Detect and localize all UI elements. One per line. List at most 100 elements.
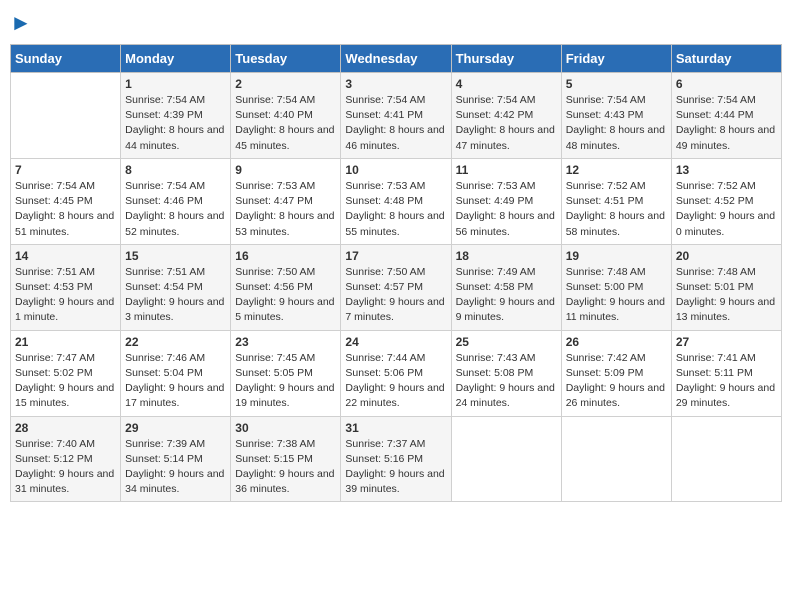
calendar-cell [671, 416, 781, 502]
logo-icon: ► [10, 10, 32, 36]
calendar-cell [451, 416, 561, 502]
cell-content: Sunrise: 7:50 AMSunset: 4:56 PMDaylight:… [235, 265, 336, 326]
cell-content: Sunrise: 7:54 AMSunset: 4:39 PMDaylight:… [125, 93, 226, 154]
calendar-cell: 17 Sunrise: 7:50 AMSunset: 4:57 PMDayligh… [341, 244, 451, 330]
day-number: 6 [676, 77, 777, 91]
cell-content: Sunrise: 7:54 AMSunset: 4:40 PMDaylight:… [235, 93, 336, 154]
day-number: 25 [456, 335, 557, 349]
cell-content: Sunrise: 7:49 AMSunset: 4:58 PMDaylight:… [456, 265, 557, 326]
day-number: 12 [566, 163, 667, 177]
cell-content: Sunrise: 7:48 AMSunset: 5:00 PMDaylight:… [566, 265, 667, 326]
calendar-cell: 23 Sunrise: 7:45 AMSunset: 5:05 PMDayligh… [231, 330, 341, 416]
week-row-5: 28 Sunrise: 7:40 AMSunset: 5:12 PMDayligh… [11, 416, 782, 502]
cell-content: Sunrise: 7:39 AMSunset: 5:14 PMDaylight:… [125, 437, 226, 498]
day-number: 4 [456, 77, 557, 91]
week-row-4: 21 Sunrise: 7:47 AMSunset: 5:02 PMDayligh… [11, 330, 782, 416]
cell-content: Sunrise: 7:40 AMSunset: 5:12 PMDaylight:… [15, 437, 116, 498]
col-header-friday: Friday [561, 45, 671, 73]
cell-content: Sunrise: 7:44 AMSunset: 5:06 PMDaylight:… [345, 351, 446, 412]
cell-content: Sunrise: 7:53 AMSunset: 4:47 PMDaylight:… [235, 179, 336, 240]
cell-content: Sunrise: 7:54 AMSunset: 4:46 PMDaylight:… [125, 179, 226, 240]
day-number: 22 [125, 335, 226, 349]
day-number: 29 [125, 421, 226, 435]
calendar-cell: 7 Sunrise: 7:54 AMSunset: 4:45 PMDaylight… [11, 158, 121, 244]
calendar-cell: 15Sunrise: 7:51 AMSunset: 4:54 PMDayligh… [121, 244, 231, 330]
day-number: 27 [676, 335, 777, 349]
calendar-cell: 26 Sunrise: 7:42 AMSunset: 5:09 PMDayligh… [561, 330, 671, 416]
day-number: 3 [345, 77, 446, 91]
calendar-cell: 24 Sunrise: 7:44 AMSunset: 5:06 PMDayligh… [341, 330, 451, 416]
day-number: 23 [235, 335, 336, 349]
logo: ► [10, 10, 32, 36]
cell-content: Sunrise: 7:53 AMSunset: 4:49 PMDaylight:… [456, 179, 557, 240]
calendar-cell: 29 Sunrise: 7:39 AMSunset: 5:14 PMDayligh… [121, 416, 231, 502]
day-number: 5 [566, 77, 667, 91]
calendar-cell: 16 Sunrise: 7:50 AMSunset: 4:56 PMDayligh… [231, 244, 341, 330]
day-number: 9 [235, 163, 336, 177]
cell-content: Sunrise: 7:54 AMSunset: 4:44 PMDaylight:… [676, 93, 777, 154]
calendar-cell: 30 Sunrise: 7:38 AMSunset: 5:15 PMDayligh… [231, 416, 341, 502]
calendar-cell: 10 Sunrise: 7:53 AMSunset: 4:48 PMDayligh… [341, 158, 451, 244]
cell-content: Sunrise: 7:54 AMSunset: 4:45 PMDaylight:… [15, 179, 116, 240]
col-header-sunday: Sunday [11, 45, 121, 73]
cell-content: Sunrise: 7:46 AMSunset: 5:04 PMDaylight:… [125, 351, 226, 412]
day-number: 16 [235, 249, 336, 263]
calendar-cell [11, 73, 121, 159]
col-header-thursday: Thursday [451, 45, 561, 73]
calendar-cell: 8 Sunrise: 7:54 AMSunset: 4:46 PMDaylight… [121, 158, 231, 244]
cell-content: Sunrise: 7:52 AMSunset: 4:51 PMDaylight:… [566, 179, 667, 240]
calendar-cell: 13 Sunrise: 7:52 AMSunset: 4:52 PMDayligh… [671, 158, 781, 244]
week-row-3: 14 Sunrise: 7:51 AMSunset: 4:53 PMDayligh… [11, 244, 782, 330]
day-number: 26 [566, 335, 667, 349]
calendar-cell: 14 Sunrise: 7:51 AMSunset: 4:53 PMDayligh… [11, 244, 121, 330]
cell-content: Sunrise: 7:54 AMSunset: 4:42 PMDaylight:… [456, 93, 557, 154]
cell-content: Sunrise: 7:51 AMSunset: 4:53 PMDaylight:… [15, 265, 116, 326]
cell-content: Sunrise: 7:47 AMSunset: 5:02 PMDaylight:… [15, 351, 116, 412]
day-number: 14 [15, 249, 116, 263]
cell-content: Sunrise: 7:45 AMSunset: 5:05 PMDaylight:… [235, 351, 336, 412]
calendar-cell: 1 Sunrise: 7:54 AMSunset: 4:39 PMDaylight… [121, 73, 231, 159]
calendar-cell: 31 Sunrise: 7:37 AMSunset: 5:16 PMDayligh… [341, 416, 451, 502]
cell-content: Sunrise: 7:54 AMSunset: 4:43 PMDaylight:… [566, 93, 667, 154]
day-number: 31 [345, 421, 446, 435]
calendar-cell: 18 Sunrise: 7:49 AMSunset: 4:58 PMDayligh… [451, 244, 561, 330]
day-number: 21 [15, 335, 116, 349]
cell-content: Sunrise: 7:38 AMSunset: 5:15 PMDaylight:… [235, 437, 336, 498]
cell-content: Sunrise: 7:50 AMSunset: 4:57 PMDaylight:… [345, 265, 446, 326]
calendar-cell: 9 Sunrise: 7:53 AMSunset: 4:47 PMDaylight… [231, 158, 341, 244]
calendar-cell [561, 416, 671, 502]
day-number: 30 [235, 421, 336, 435]
cell-content: Sunrise: 7:52 AMSunset: 4:52 PMDaylight:… [676, 179, 777, 240]
col-header-wednesday: Wednesday [341, 45, 451, 73]
calendar-cell: 6 Sunrise: 7:54 AMSunset: 4:44 PMDaylight… [671, 73, 781, 159]
day-number: 18 [456, 249, 557, 263]
day-number: 28 [15, 421, 116, 435]
day-number: 19 [566, 249, 667, 263]
calendar-cell: 3Sunrise: 7:54 AMSunset: 4:41 PMDaylight… [341, 73, 451, 159]
page-header: ► [10, 10, 782, 36]
calendar-cell: 27Sunrise: 7:41 AMSunset: 5:11 PMDayligh… [671, 330, 781, 416]
calendar-table: SundayMondayTuesdayWednesdayThursdayFrid… [10, 44, 782, 502]
day-number: 7 [15, 163, 116, 177]
day-number: 17 [345, 249, 446, 263]
calendar-cell: 28 Sunrise: 7:40 AMSunset: 5:12 PMDayligh… [11, 416, 121, 502]
cell-content: Sunrise: 7:48 AMSunset: 5:01 PMDaylight:… [676, 265, 777, 326]
day-number: 8 [125, 163, 226, 177]
cell-content: Sunrise: 7:53 AMSunset: 4:48 PMDaylight:… [345, 179, 446, 240]
day-number: 24 [345, 335, 446, 349]
cell-content: Sunrise: 7:43 AMSunset: 5:08 PMDaylight:… [456, 351, 557, 412]
cell-content: Sunrise: 7:42 AMSunset: 5:09 PMDaylight:… [566, 351, 667, 412]
col-header-tuesday: Tuesday [231, 45, 341, 73]
col-header-monday: Monday [121, 45, 231, 73]
calendar-cell: 21 Sunrise: 7:47 AMSunset: 5:02 PMDayligh… [11, 330, 121, 416]
week-row-1: 1 Sunrise: 7:54 AMSunset: 4:39 PMDaylight… [11, 73, 782, 159]
day-number: 13 [676, 163, 777, 177]
day-number: 20 [676, 249, 777, 263]
cell-content: Sunrise: 7:37 AMSunset: 5:16 PMDaylight:… [345, 437, 446, 498]
day-number: 10 [345, 163, 446, 177]
calendar-cell: 5 Sunrise: 7:54 AMSunset: 4:43 PMDaylight… [561, 73, 671, 159]
day-number: 15 [125, 249, 226, 263]
day-number: 1 [125, 77, 226, 91]
day-number: 11 [456, 163, 557, 177]
calendar-cell: 25 Sunrise: 7:43 AMSunset: 5:08 PMDayligh… [451, 330, 561, 416]
